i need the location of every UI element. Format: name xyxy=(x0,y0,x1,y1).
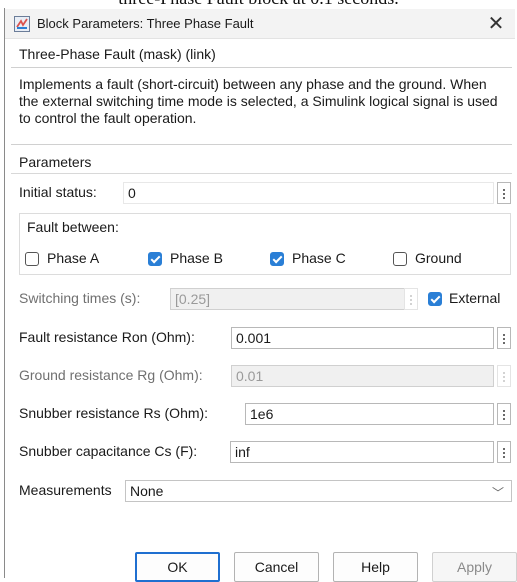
phase-c-label: Phase C xyxy=(292,250,346,266)
description-divider xyxy=(11,144,512,145)
external-label: External xyxy=(449,290,501,306)
ground-resistance-more-icon[interactable] xyxy=(497,365,511,387)
block-description: Implements a fault (short-circuit) betwe… xyxy=(19,76,498,126)
title-bar: Block Parameters: Three Phase Fault ✕ xyxy=(5,9,515,39)
window-title: Block Parameters: Three Phase Fault xyxy=(37,16,254,31)
initial-status-more-icon[interactable] xyxy=(497,182,511,204)
fault-resistance-label: Fault resistance Ron (Ohm): xyxy=(19,329,195,345)
switching-times-label: Switching times (s): xyxy=(19,290,141,306)
phase-a-label: Phase A xyxy=(47,250,100,266)
switching-times-input[interactable]: [0.25] xyxy=(170,288,405,310)
ground-label: Ground xyxy=(415,250,462,266)
parameters-section-title: Parameters xyxy=(19,154,92,170)
fault-resistance-input[interactable]: 0.001 xyxy=(231,327,494,349)
ground-checkbox[interactable] xyxy=(393,252,407,266)
snubber-resistance-input[interactable]: 1e6 xyxy=(245,403,494,425)
snubber-resistance-label: Snubber resistance Rs (Ohm): xyxy=(19,405,209,421)
snubber-capacitance-input[interactable]: inf xyxy=(230,441,494,463)
block-header: Three-Phase Fault (mask) (link) xyxy=(19,46,216,62)
phase-a-checkbox[interactable] xyxy=(25,252,39,266)
initial-status-input[interactable]: 0 xyxy=(123,182,494,204)
parameters-divider xyxy=(11,173,512,174)
simulink-block-icon xyxy=(14,16,30,32)
close-icon[interactable]: ✕ xyxy=(483,10,509,36)
ok-button[interactable]: OK xyxy=(135,552,220,582)
fault-between-legend: Fault between: xyxy=(27,219,119,235)
snubber-resistance-more-icon[interactable] xyxy=(497,403,511,425)
cancel-button[interactable]: Cancel xyxy=(234,552,319,582)
chevron-down-icon: ﹀ xyxy=(491,486,504,500)
snubber-capacitance-more-icon[interactable] xyxy=(497,441,511,463)
external-checkbox[interactable] xyxy=(428,292,442,306)
snubber-capacitance-label: Snubber capacitance Cs (F): xyxy=(19,443,198,459)
header-divider xyxy=(11,67,512,68)
initial-status-label: Initial status: xyxy=(19,184,97,200)
phase-b-checkbox[interactable] xyxy=(148,252,162,266)
ground-resistance-label: Ground resistance Rg (Ohm): xyxy=(19,367,203,383)
measurements-value: None xyxy=(130,483,164,499)
measurements-select[interactable]: None ﹀ xyxy=(125,480,512,502)
switching-times-more-icon[interactable] xyxy=(404,288,418,310)
help-button[interactable]: Help xyxy=(333,552,418,582)
apply-button[interactable]: Apply xyxy=(432,552,517,582)
phase-b-label: Phase B xyxy=(170,250,223,266)
measurements-label: Measurements xyxy=(19,482,112,498)
fault-resistance-more-icon[interactable] xyxy=(497,327,511,349)
phase-c-checkbox[interactable] xyxy=(270,252,284,266)
ground-resistance-input[interactable]: 0.01 xyxy=(231,365,494,387)
